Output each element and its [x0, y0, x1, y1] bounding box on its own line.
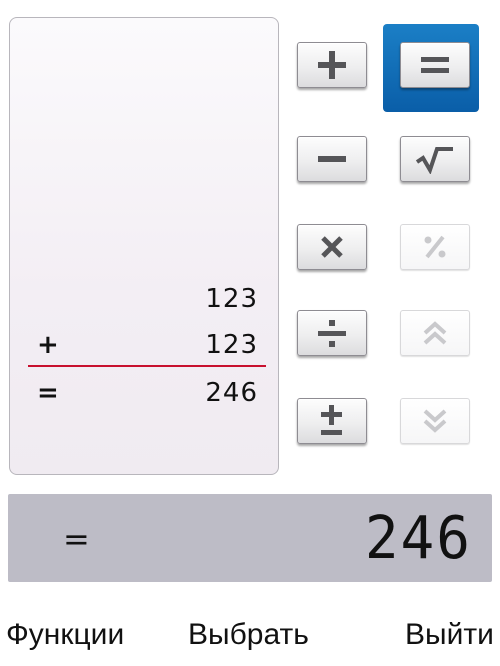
plus-button[interactable] — [297, 42, 367, 88]
tape-total-line — [28, 365, 266, 367]
multiply-button[interactable] — [297, 224, 367, 270]
square-root-button[interactable] — [400, 136, 470, 182]
minus-button[interactable] — [297, 136, 367, 182]
select-softkey[interactable]: Выбрать — [188, 618, 309, 652]
result-operator: = — [63, 520, 90, 558]
exit-softkey[interactable]: Выйти — [405, 618, 494, 652]
plus-minus-icon — [321, 405, 342, 435]
tape-operator-plus: + — [37, 330, 59, 360]
divide-icon — [318, 320, 346, 347]
square-root-icon — [415, 147, 453, 174]
plus-minus-button[interactable] — [297, 398, 367, 444]
multiply-icon — [321, 236, 343, 258]
minus-icon — [318, 156, 346, 162]
tape-row-2: + 123 — [10, 326, 280, 366]
percent-button[interactable] — [400, 224, 470, 270]
tape-row-3: = 246 — [10, 374, 280, 414]
plus-icon — [318, 51, 346, 79]
tape-operand-2: 123 — [205, 330, 258, 360]
tape-operand-1: 123 — [205, 284, 258, 314]
calculator-screen: 123 + 123 = 246 = 246 Функции Выбрать Вы… — [0, 0, 500, 666]
calculation-tape: 123 + 123 = 246 — [9, 17, 279, 475]
double-chevron-down-icon — [423, 409, 447, 433]
scroll-down-button[interactable] — [400, 398, 470, 444]
divide-button[interactable] — [297, 310, 367, 356]
tape-operator-equals: = — [37, 378, 59, 408]
tape-row-1: 123 — [10, 280, 280, 320]
double-chevron-up-icon — [423, 321, 447, 345]
equals-icon — [421, 57, 449, 73]
equals-button[interactable] — [400, 42, 470, 88]
scroll-up-button[interactable] — [400, 310, 470, 356]
result-value: 246 — [364, 504, 472, 573]
result-display: = 246 — [8, 494, 492, 582]
functions-softkey[interactable]: Функции — [6, 618, 124, 652]
percent-icon — [424, 235, 446, 259]
tape-total: 246 — [205, 378, 258, 408]
